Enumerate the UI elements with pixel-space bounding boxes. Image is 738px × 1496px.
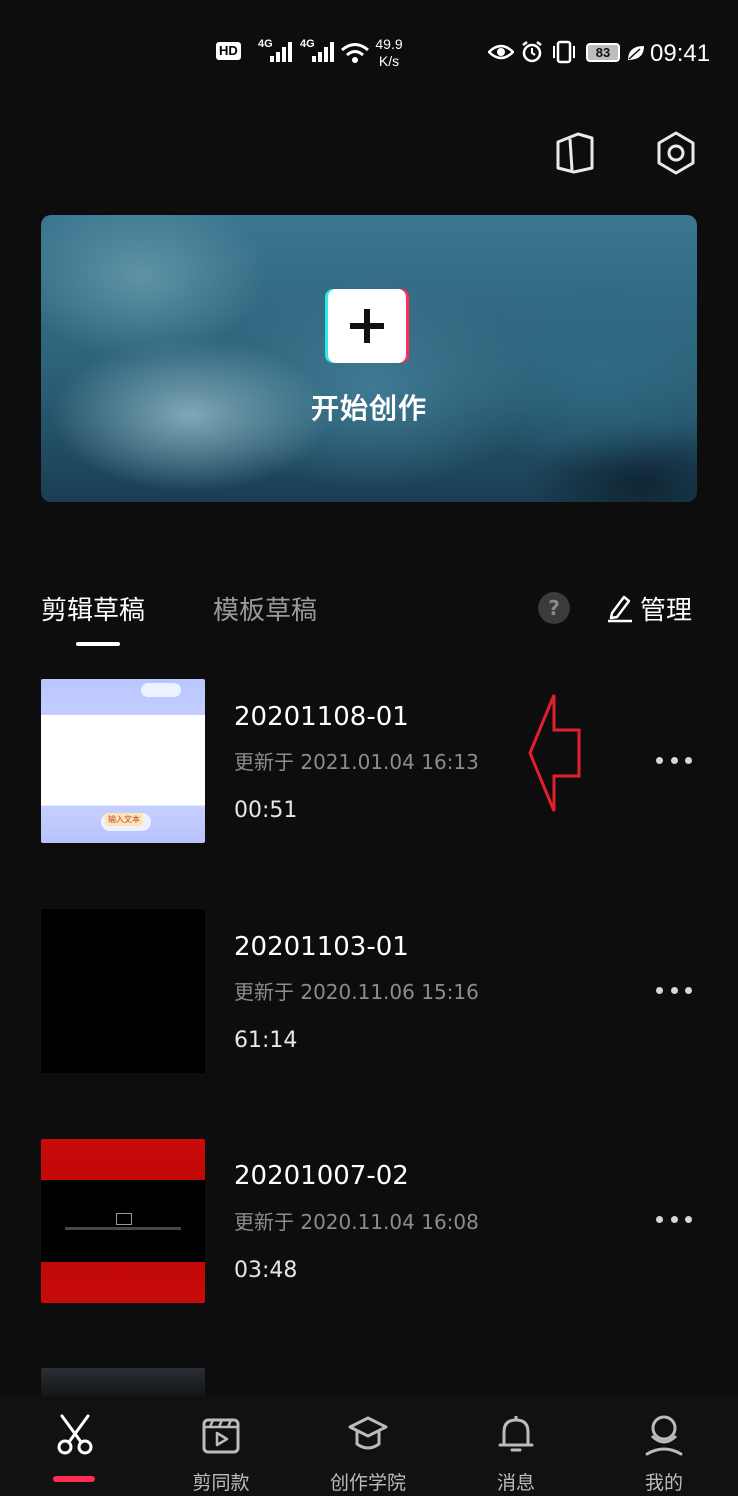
- more-options-icon[interactable]: [656, 985, 692, 995]
- vibrate-icon: [553, 40, 575, 64]
- clock-time: 09:41: [650, 40, 711, 67]
- thumb-decoration: [141, 683, 181, 697]
- more-options-icon[interactable]: [656, 755, 692, 765]
- thumb-decoration: [65, 1227, 181, 1230]
- bottom-navigation: 剪同款 创作学院 消息 我的: [0, 1396, 738, 1496]
- draft-updated: 更新于 2021.01.04 16:13: [234, 750, 479, 774]
- nav-label-template: 剪同款: [192, 1472, 250, 1494]
- book-icon[interactable]: [554, 130, 598, 176]
- alarm-icon: [522, 41, 542, 63]
- wifi-icon: [341, 43, 369, 63]
- battery-indicator: 83: [586, 43, 620, 62]
- draft-duration: 00:51: [234, 798, 298, 823]
- draft-updated: 更新于 2020.11.06 15:16: [234, 980, 479, 1004]
- eye-icon: [488, 44, 514, 60]
- nav-label-profile: 我的: [644, 1472, 683, 1494]
- person-icon: [645, 1415, 683, 1456]
- scissors-icon: [57, 1414, 93, 1455]
- status-bar: HD 4G 4G 49.9 K/s 83 09:41: [0, 0, 738, 100]
- nav-item-edit[interactable]: [15, 1396, 135, 1496]
- start-creation-banner[interactable]: 开始创作: [41, 215, 697, 502]
- settings-hex-icon[interactable]: [654, 130, 698, 176]
- signal-bars-icon: [312, 42, 334, 62]
- draft-thumbnail[interactable]: [41, 1368, 205, 1396]
- edit-pencil-icon: [608, 595, 632, 623]
- start-creation-title: 开始创作: [310, 392, 427, 425]
- graduation-cap-icon: [348, 1416, 388, 1450]
- nav-item-template[interactable]: 剪同款: [161, 1396, 281, 1496]
- draft-updated: 更新于 2020.11.04 16:08: [234, 1210, 479, 1234]
- more-options-icon[interactable]: [656, 1214, 692, 1224]
- tab-active-underline: [76, 642, 120, 646]
- tab-edit-drafts[interactable]: 剪辑草稿: [41, 590, 145, 627]
- nav-item-profile[interactable]: 我的: [604, 1396, 724, 1496]
- plus-icon[interactable]: [328, 289, 406, 363]
- speed-value: 49.9: [375, 36, 403, 52]
- draft-duration: 61:14: [234, 1028, 298, 1053]
- draft-title[interactable]: 20201103-01: [234, 932, 409, 962]
- draft-title[interactable]: 20201108-01: [234, 702, 409, 732]
- draft-duration: 03:48: [234, 1258, 298, 1283]
- red-arrow-annotation-icon: [528, 694, 581, 812]
- network-speed: 49.9 K/s: [372, 36, 406, 70]
- draft-thumbnail[interactable]: 输入文本: [41, 679, 205, 843]
- thumb-decoration: [116, 1213, 132, 1225]
- speed-unit: K/s: [378, 53, 400, 69]
- nav-label-messages: 消息: [496, 1472, 535, 1494]
- draft-title[interactable]: 20201007-02: [234, 1161, 409, 1191]
- manage-button[interactable]: 管理: [606, 590, 692, 626]
- tab-template-drafts[interactable]: 模板草稿: [213, 590, 317, 627]
- draft-thumbnail[interactable]: [41, 1139, 205, 1303]
- hd-indicator: HD: [216, 42, 241, 60]
- manage-label: 管理: [640, 595, 693, 626]
- signal-bars-icon: [270, 42, 292, 62]
- nav-item-academy[interactable]: 创作学院: [308, 1396, 428, 1496]
- draft-thumbnail[interactable]: [41, 909, 205, 1073]
- thumb-text-tag: 输入文本: [105, 813, 143, 826]
- nav-item-messages[interactable]: 消息: [456, 1396, 576, 1496]
- bell-icon: [498, 1416, 534, 1452]
- plus-glyph-icon: [350, 309, 384, 343]
- template-clapper-icon: [202, 1418, 240, 1454]
- nav-active-indicator: [53, 1476, 95, 1482]
- help-icon[interactable]: ?: [538, 592, 570, 624]
- leaf-icon: [628, 46, 644, 60]
- nav-label-academy: 创作学院: [329, 1472, 406, 1494]
